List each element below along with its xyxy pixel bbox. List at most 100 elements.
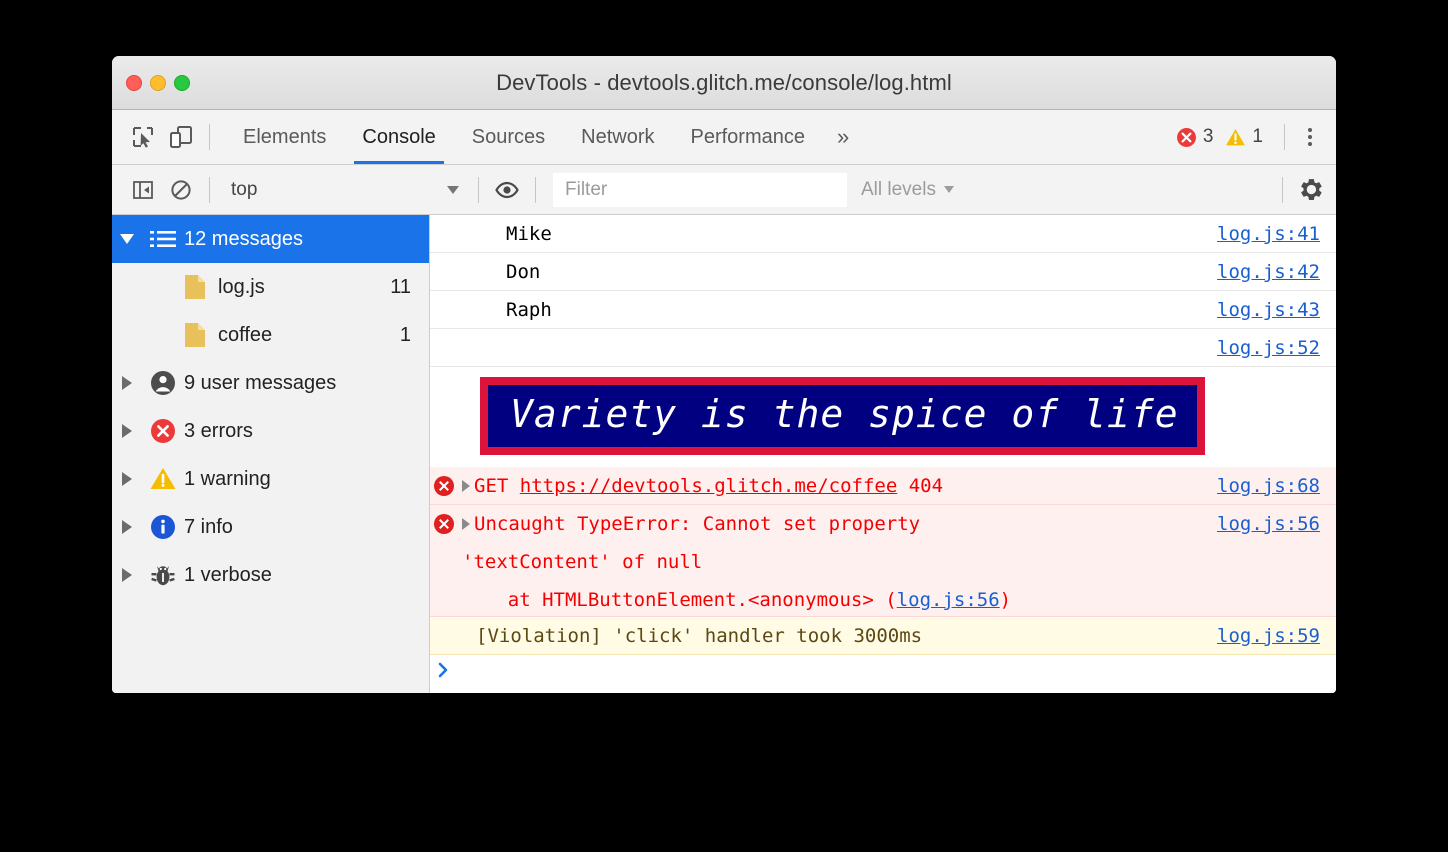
warning-icon [1226,128,1246,145]
tab-console[interactable]: Console [344,110,453,164]
sidebar-item-label: 7 info [184,515,233,538]
expand-message-icon[interactable] [462,480,470,493]
sidebar-item-label: 12 messages [184,227,303,250]
console-violation-row[interactable]: [Violation] 'click' handler took 3000ms … [430,616,1336,655]
devtools-body: 12 messages log.js 11 coffee 1 9 user me… [112,215,1336,693]
panel-tabs: Elements Console Sources Network Perform… [225,110,863,164]
sidebar-toggle-icon[interactable] [124,171,162,209]
error-url-link[interactable]: https://devtools.glitch.me/coffee [520,475,898,497]
message-source-link[interactable]: log.js:43 [1207,291,1336,329]
console-toolbar-right [1273,171,1336,209]
device-toolbar-icon[interactable] [162,118,200,156]
expand-collapse-icon[interactable] [112,520,142,534]
clear-console-icon[interactable] [162,171,200,209]
message-text: Raph [506,299,552,322]
list-icon [142,230,184,248]
status-divider [1284,124,1285,150]
console-prompt[interactable] [430,655,1336,693]
message-source-link[interactable]: log.js:42 [1207,253,1336,291]
log-levels-dropdown[interactable]: All levels [861,179,954,201]
message-source-link[interactable]: log.js:56 [1207,505,1336,543]
console-toolbar: top All levels [112,165,1336,215]
sidebar-item-log-js[interactable]: log.js 11 [112,263,429,311]
console-toolbar-divider-2 [478,176,479,203]
error-line-3-suffix: ) [999,588,1012,611]
execution-context-dropdown[interactable]: top [219,174,469,206]
console-error-row[interactable]: GET https://devtools.glitch.me/coffee 40… [430,466,1336,505]
window-titlebar: DevTools - devtools.glitch.me/console/lo… [112,56,1336,110]
console-toolbar-divider-4 [1282,176,1283,203]
sidebar-item-label: 1 verbose [184,563,272,586]
sidebar-item-coffee[interactable]: coffee 1 [112,311,429,359]
console-styled-message-row[interactable]: Variety is the spice of life [430,367,1336,466]
error-stack-link[interactable]: log.js:56 [897,589,1000,611]
message-gutter [430,467,458,496]
more-tabs-icon[interactable]: » [823,110,863,164]
kebab-menu-icon[interactable] [1294,128,1326,146]
filter-input[interactable] [553,172,847,207]
bug-icon [142,562,184,588]
expand-collapse-icon[interactable] [112,424,142,438]
expand-collapse-icon[interactable] [112,472,142,486]
chevron-down-icon [447,185,459,194]
file-icon [172,322,218,348]
message-source-link[interactable]: log.js:68 [1207,467,1336,505]
error-line-2: 'textContent' of null [462,550,703,573]
info-icon [142,514,184,540]
settings-gear-icon[interactable] [1292,171,1330,209]
console-message-row[interactable]: Don log.js:42 [430,253,1336,292]
error-count-badge[interactable]: 3 [1176,126,1214,148]
expand-message-icon[interactable] [462,518,470,531]
sidebar-item-label: 3 errors [184,419,253,442]
minimize-window-button[interactable] [150,74,166,91]
console-error-row[interactable]: Uncaught TypeError: Cannot set property … [430,504,1336,617]
console-message-row[interactable]: Raph log.js:43 [430,291,1336,330]
traffic-lights [126,74,190,91]
message-source-link[interactable]: log.js:59 [1207,617,1336,655]
close-window-button[interactable] [126,74,142,91]
devtools-tabbar: Elements Console Sources Network Perform… [112,110,1336,165]
sidebar-item-info[interactable]: 7 info [112,503,429,551]
message-text: GET https://devtools.glitch.me/coffee 40… [458,467,1207,505]
console-toolbar-divider-1 [209,176,210,203]
maximize-window-button[interactable] [174,74,190,91]
message-source-link[interactable]: log.js:41 [1207,215,1336,253]
sidebar-item-warning[interactable]: 1 warning [112,455,429,503]
error-icon [1176,127,1196,147]
expand-collapse-icon[interactable] [112,376,142,390]
sidebar-item-messages[interactable]: 12 messages [112,215,429,263]
expand-collapse-icon[interactable] [112,234,142,244]
user-icon [142,370,184,396]
message-gutter [430,505,458,534]
error-icon [434,475,454,496]
sidebar-item-label: log.js [218,275,265,298]
styled-message-text: Variety is the spice of life [480,377,1205,455]
console-message-row[interactable]: Mike log.js:41 [430,215,1336,254]
message-source-link[interactable]: log.js:52 [1207,329,1336,367]
tabbar-divider [209,124,210,150]
tab-performance[interactable]: Performance [673,110,824,164]
sidebar-item-count: 11 [390,275,411,298]
expand-collapse-icon[interactable] [112,568,142,582]
warning-count-value: 1 [1252,126,1263,147]
sidebar-item-errors[interactable]: 3 errors [112,407,429,455]
message-text: Mike [506,223,552,245]
error-count-value: 3 [1202,126,1214,147]
tab-sources[interactable]: Sources [454,110,563,164]
tab-elements[interactable]: Elements [225,110,344,164]
error-line-3-prefix: at HTMLButtonElement.<anonymous> ( [507,588,897,611]
console-message-row[interactable]: log.js:52 [430,329,1336,368]
sidebar-item-count: 1 [399,323,411,346]
sidebar-item-user-messages[interactable]: 9 user messages [112,359,429,407]
sidebar-item-label: coffee [218,323,273,346]
message-text: [Violation] 'click' handler took 3000ms [476,624,923,647]
console-message-list: Mike log.js:41 Don log.js:42 Raph log.js… [430,215,1336,693]
sidebar-item-verbose[interactable]: 1 verbose [112,551,429,599]
sidebar-item-label: 9 user messages [184,371,337,394]
inspect-element-icon[interactable] [124,118,162,156]
chevron-down-icon [943,186,954,193]
error-icon [142,418,184,444]
live-expression-eye-icon[interactable] [488,171,526,209]
warning-count-badge[interactable]: 1 [1225,126,1263,148]
tab-network[interactable]: Network [563,110,672,164]
